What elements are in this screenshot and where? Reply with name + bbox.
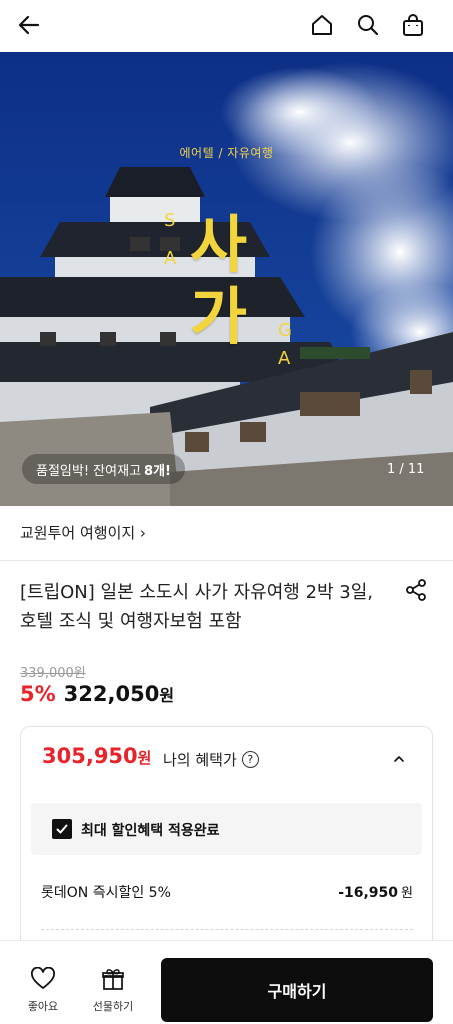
max-discount-label: 최대 할인혜택 적용완료 bbox=[81, 823, 220, 839]
benefit-label: 나의 혜택가 ? bbox=[163, 749, 259, 770]
discount-rate: 5% bbox=[20, 682, 56, 706]
top-bar bbox=[0, 0, 453, 52]
hero-latin-letter: A bbox=[164, 248, 177, 269]
price-unit: 원 bbox=[159, 686, 175, 705]
stock-text: 품절임박! 잔여재고 bbox=[36, 463, 142, 479]
hero-kicker: 에어텔 / 자유여행 bbox=[179, 146, 274, 160]
hero-title-line2: 가 bbox=[190, 280, 248, 353]
heart-icon bbox=[31, 966, 55, 989]
check-icon[interactable] bbox=[52, 819, 72, 839]
benefit-label-text: 나의 혜택가 bbox=[163, 751, 237, 769]
shopping-bag-icon[interactable] bbox=[396, 8, 430, 42]
hero-latin-letter: G bbox=[278, 320, 292, 341]
discount-line-amount: -16,950 원 bbox=[338, 882, 413, 902]
discount-line-name: 롯데ON 즉시할인 5% bbox=[41, 885, 171, 901]
vendor-link[interactable]: 교원투어 여행이지 › bbox=[20, 522, 146, 543]
benefit-price-value: 305,950 bbox=[42, 744, 138, 768]
benefit-header[interactable]: 305,950원 나의 혜택가 ? bbox=[21, 727, 432, 789]
buy-button[interactable]: 구매하기 bbox=[161, 958, 433, 1022]
hero-latin-letter: A bbox=[278, 348, 291, 369]
original-price: 339,000원 bbox=[20, 666, 86, 681]
search-icon[interactable] bbox=[351, 8, 385, 42]
hero-latin-letter: S bbox=[164, 210, 176, 231]
like-label: 좋아요 bbox=[27, 1000, 59, 1013]
benefit-price-unit: 원 bbox=[137, 749, 152, 767]
discount-line-value: -16,950 bbox=[338, 885, 399, 901]
home-icon[interactable] bbox=[305, 8, 339, 42]
discount-line-item: 롯데ON 즉시할인 5% -16,950 원 bbox=[41, 882, 413, 902]
back-arrow-icon[interactable] bbox=[12, 8, 46, 42]
price-row: 5% 322,050 원 bbox=[20, 682, 174, 706]
image-pager: 1 / 11 bbox=[387, 462, 425, 477]
benefit-price: 305,950원 bbox=[42, 744, 151, 768]
bottom-action-bar: 좋아요 선물하기 구매하기 bbox=[0, 940, 453, 1024]
divider bbox=[0, 560, 453, 561]
max-discount-row: 최대 할인혜택 적용완료 bbox=[31, 803, 422, 855]
stock-badge: 품절임박! 잔여재고 8개! bbox=[22, 454, 185, 484]
help-icon[interactable]: ? bbox=[241, 751, 259, 768]
discount-line-unit: 원 bbox=[401, 886, 413, 901]
chevron-up-icon[interactable] bbox=[392, 751, 406, 770]
gift-icon bbox=[102, 969, 124, 990]
stock-count: 8개! bbox=[144, 463, 171, 479]
like-button[interactable]: 좋아요 bbox=[22, 966, 64, 1014]
hero-title-line1: 사 bbox=[190, 208, 248, 281]
sale-price: 322,050 bbox=[63, 682, 160, 706]
gift-label: 선물하기 bbox=[92, 1000, 134, 1013]
gift-button[interactable]: 선물하기 bbox=[88, 967, 138, 1014]
share-icon[interactable] bbox=[404, 578, 428, 606]
hero-banner[interactable]: 에어텔 / 자유여행 사 가 S A G A 품절임박! 잔여재고 8개! 1 … bbox=[0, 52, 453, 506]
product-title: [트립ON] 일본 소도시 사가 자유여행 2박 3일, 호텔 조식 및 여행자… bbox=[20, 582, 374, 632]
benefit-panel: 305,950원 나의 혜택가 ? 최대 할인혜택 적용완료 롯데ON 즉시할인… bbox=[20, 726, 433, 976]
dashed-divider bbox=[41, 929, 413, 930]
